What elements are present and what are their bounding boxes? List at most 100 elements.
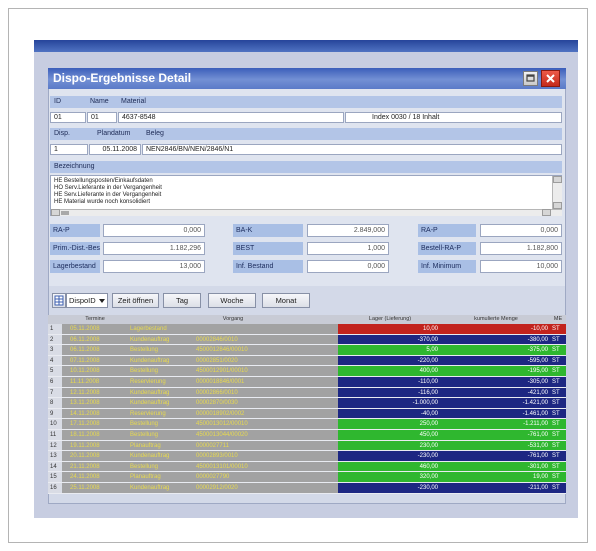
row-number-cell: 2: [48, 334, 62, 346]
kumulierte-menge-cell: -595,00: [442, 355, 550, 367]
application-top-bar: [34, 40, 578, 52]
horizontal-scrollbar[interactable]: [51, 209, 562, 216]
table-row[interactable]: 4 07.11.2008 Kundenauftrag 00002851/0020 -22…: [48, 355, 566, 367]
vorgang-type: Kundenauftrag: [130, 400, 170, 407]
table-row[interactable]: 14 21.11.2008 Bestellung 4500013101/00010 46…: [48, 461, 566, 473]
table-row[interactable]: 12 19.11.2008 Planauftrag 0000027711 230,00-…: [48, 440, 566, 452]
name-field[interactable]: 01: [87, 112, 117, 123]
me-cell: ST: [550, 398, 566, 409]
table-row[interactable]: 9 14.11.2008 Reservierung 0000018902/0002 -4…: [48, 408, 566, 420]
table-row[interactable]: 11 18.11.2008 Bestellung 4500013044/00020 45…: [48, 429, 566, 441]
me-header[interactable]: ME: [550, 315, 566, 324]
scroll-down-arrow[interactable]: [553, 202, 562, 209]
bezeichnung-line: HE Serv.Lieferante in der Vergangenheit: [54, 192, 162, 198]
termine-header[interactable]: Termine: [62, 315, 128, 324]
id-field[interactable]: 01: [50, 112, 86, 123]
lager-cell: 10,00: [338, 324, 442, 335]
view-toggle-button[interactable]: [52, 293, 66, 308]
plandatum-field[interactable]: 05.11.2008: [89, 144, 141, 155]
vorgang-cell: Kundenauftrag 00002893/0010: [128, 451, 338, 462]
monat-button[interactable]: Monat: [262, 293, 310, 308]
table-row[interactable]: 2 06.11.2008 Kundenauftrag 00002846/0010 -37…: [48, 334, 566, 346]
termin-cell: 07.11.2008: [62, 355, 128, 367]
row-number-header: [48, 315, 62, 324]
lager-cell: 230,00: [338, 440, 442, 452]
tag-button[interactable]: Tag: [163, 293, 201, 308]
zeit-oeffnen-button[interactable]: Zeit öffnen: [112, 293, 159, 308]
scroll-right-arrow[interactable]: [542, 209, 551, 216]
table-row[interactable]: 7 12.11.2008 Kundenauftrag 00002866/0010 -11…: [48, 387, 566, 399]
restore-icon: [526, 74, 535, 82]
id-label: ID: [54, 98, 61, 105]
lager-cell: 5,00: [338, 345, 442, 356]
vorgang-reference: 00002893/0010: [196, 453, 238, 460]
lagerbestand-value: 13,000: [103, 260, 205, 273]
vorgang-reference: 4500012901/00010: [196, 368, 248, 375]
vorgang-reference: 0000027790: [196, 474, 230, 481]
kumulierte-menge-header[interactable]: kumulierte Menge: [442, 315, 550, 324]
table-row[interactable]: 16 25.11.2008 Kundenauftrag 00002912/0020 -2…: [48, 482, 566, 494]
vorgang-type: Bestellung: [130, 368, 159, 375]
kumulierte-menge-cell: -195,00: [442, 366, 550, 377]
beleg-field[interactable]: NEN2846/BN/NEN/2846/N1: [142, 144, 562, 155]
termin-cell: 06.11.2008: [62, 345, 128, 356]
vorgang-header[interactable]: Vorgang: [128, 315, 338, 324]
scroll-left-arrow[interactable]: [51, 209, 60, 216]
kumulierte-menge-cell: 19,00: [442, 472, 550, 483]
dispo-id-dropdown[interactable]: DispoID: [66, 293, 108, 308]
material-index-field[interactable]: Index 0030 / 18 Inhalt: [345, 112, 562, 123]
row-number-cell: 14: [48, 461, 62, 473]
close-button[interactable]: [541, 70, 560, 87]
lager-cell: 460,00: [338, 461, 442, 473]
row-number-cell: 4: [48, 355, 62, 367]
me-cell: ST: [550, 461, 566, 473]
table-row[interactable]: 5 10.11.2008 Bestellung 4500012901/00010 400…: [48, 366, 566, 377]
vorgang-type: Kundenauftrag: [130, 389, 170, 396]
scroll-thumb[interactable]: [61, 211, 69, 215]
vorgang-type: Kundenauftrag: [130, 453, 170, 460]
inf-minimum-label: Inf. Minimum: [418, 260, 476, 273]
me-cell: ST: [550, 355, 566, 367]
kumulierte-menge-cell: -380,00: [442, 334, 550, 346]
table-row[interactable]: 15 24.11.2008 Planauftrag 0000027790 320,00 1…: [48, 472, 566, 483]
termin-cell: 25.11.2008: [62, 482, 128, 494]
bezeichnung-line: HO Serv.Lieferante in der Vergangenheit: [54, 185, 162, 191]
table-row[interactable]: 8 13.11.2008 Kundenauftrag 00002870/0030 -1.…: [48, 398, 566, 409]
vorgang-reference: 00002846/0010: [196, 336, 238, 343]
beleg-label: Beleg: [146, 130, 164, 137]
vorgang-reference: 4500013044/00020: [196, 431, 248, 438]
woche-button[interactable]: Woche: [208, 293, 256, 308]
table-row[interactable]: 13 20.11.2008 Kundenauftrag 00002893/0010 -2…: [48, 451, 566, 462]
table-row[interactable]: 3 06.11.2008 Bestellung 4500012846/00010 5,0…: [48, 345, 566, 356]
lager-cell: 250,00: [338, 419, 442, 430]
termin-cell: 20.11.2008: [62, 451, 128, 462]
vorgang-type: Bestellung: [130, 347, 159, 354]
vertical-scrollbar[interactable]: [552, 176, 562, 209]
vorgang-cell: Reservierung 0000018846/0001: [128, 376, 338, 388]
vorgang-cell: Bestellung 4500012846/00010: [128, 345, 338, 356]
material-label: Material: [121, 98, 146, 105]
bestell-ra-p-label: Bestell-RA-P: [418, 242, 476, 255]
bezeichnung-line: HE Material wurde noch konsolidiert: [54, 199, 151, 205]
restore-button[interactable]: [523, 71, 538, 86]
vorgang-type: Bestellung: [130, 421, 159, 428]
lager-cell: -110,00: [338, 376, 442, 388]
lager-cell: -116,00: [338, 387, 442, 399]
chevron-down-icon: [99, 299, 105, 303]
bezeichnung-textarea[interactable]: HE Bestellungsposten/Einkaufsdaten HO Se…: [50, 175, 562, 216]
kumulierte-menge-cell: -761,00: [442, 451, 550, 462]
table-row[interactable]: 6 11.11.2008 Reservierung 0000018846/0001 -1…: [48, 376, 566, 388]
vorgang-reference: 0000027711: [196, 442, 229, 449]
scroll-up-arrow[interactable]: [553, 176, 562, 183]
lager-cell: 320,00: [338, 472, 442, 483]
vorgang-reference: 00002870/0030: [196, 400, 238, 407]
disp-field[interactable]: 1: [50, 144, 88, 155]
table-row[interactable]: 10 17.11.2008 Bestellung 4500013012/00010 25…: [48, 419, 566, 430]
termin-cell: 12.11.2008: [62, 387, 128, 399]
kumulierte-menge-cell: -375,00: [442, 345, 550, 356]
termin-cell: 13.11.2008: [62, 398, 128, 409]
table-row[interactable]: 1 05.11.2008 Lagerbestand 10,00 -10,00 ST: [48, 324, 566, 335]
lager-cell: -40,00: [338, 408, 442, 420]
material-field[interactable]: 4637-8548: [118, 112, 344, 123]
lager-header[interactable]: Lager (Lieferung): [338, 315, 442, 324]
